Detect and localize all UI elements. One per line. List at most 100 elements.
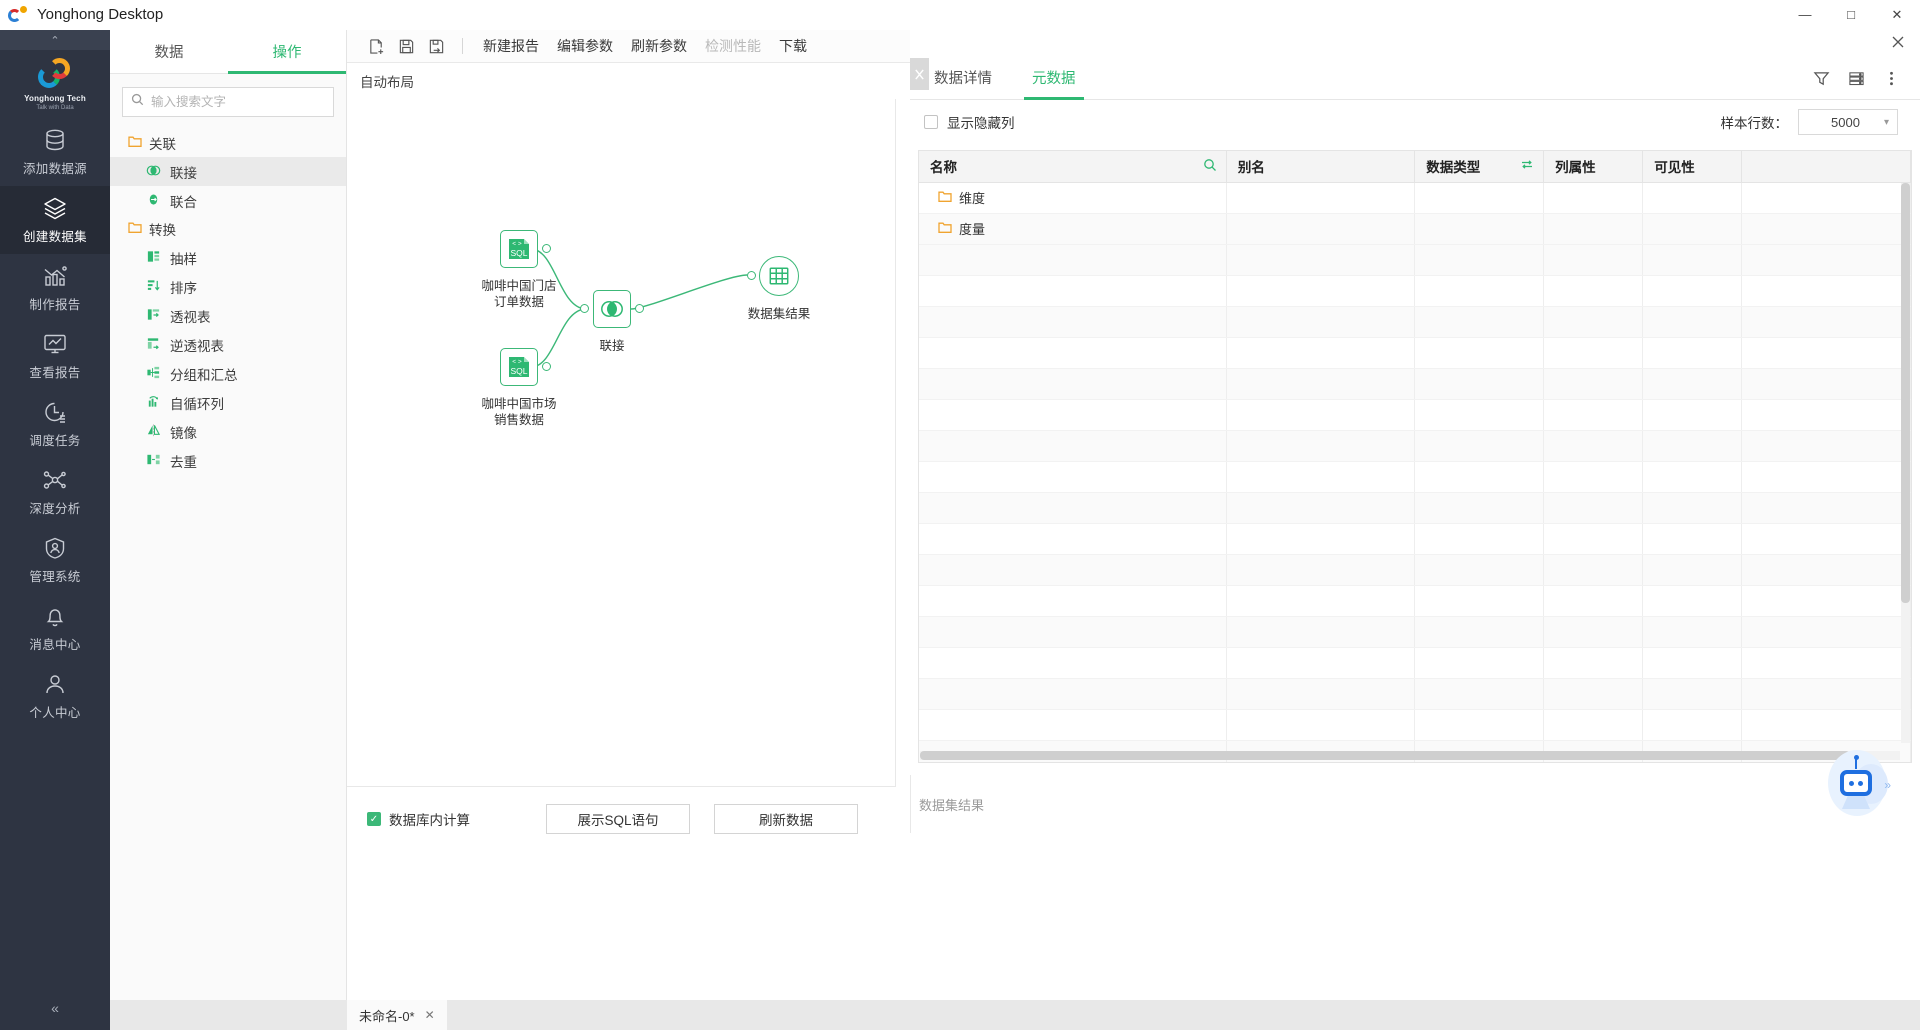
column-header-name[interactable]: 名称: [919, 151, 1227, 183]
cell-empty: [1543, 678, 1644, 710]
row-label: 维度: [959, 191, 986, 206]
sample-rows-label: 样本行数：: [1720, 116, 1789, 131]
node-dataset-result[interactable]: 数据集结果: [747, 256, 810, 321]
sidebar-item-make-report[interactable]: 制作报告: [0, 254, 110, 322]
tree-group-relation[interactable]: 关联: [110, 129, 346, 157]
in-db-calc-checkbox[interactable]: ✓ 数据库内计算: [367, 809, 470, 829]
table-vertical-scrollbar[interactable]: [1901, 183, 1910, 743]
sample-rows-select[interactable]: 5000 ▾: [1798, 109, 1898, 135]
cell-empty: [1642, 306, 1743, 338]
tree-node-label: 去重: [170, 454, 197, 470]
join-icon: [146, 163, 161, 181]
cell-empty: [1543, 616, 1644, 648]
edit-params-button[interactable]: 编辑参数: [548, 30, 622, 63]
cell-empty: [1741, 492, 1911, 524]
node-output-port[interactable]: [542, 244, 551, 253]
show-sql-button[interactable]: 展示SQL语句: [546, 804, 690, 834]
node-output-port[interactable]: [542, 362, 551, 371]
close-panel-icon[interactable]: [1886, 30, 1910, 54]
cell-empty: [1226, 678, 1416, 710]
auto-layout-label[interactable]: 自动布局: [360, 71, 414, 91]
tree-node-mirror[interactable]: 镜像: [110, 417, 346, 446]
table-row[interactable]: 维度: [919, 182, 1911, 214]
minimize-button[interactable]: —: [1782, 0, 1828, 30]
tree-node-unpivot[interactable]: 逆透视表: [110, 330, 346, 359]
sidebar-item-label: 制作报告: [29, 298, 81, 312]
tree-node-pivot[interactable]: 透视表: [110, 301, 346, 330]
tree-node-dedupe[interactable]: 去重: [110, 446, 346, 475]
sidebar-item-schedule-task[interactable]: 调度任务: [0, 390, 110, 458]
tree-node-join[interactable]: 联接: [110, 157, 346, 186]
refresh-data-button[interactable]: 刷新数据: [714, 804, 858, 834]
tab-operations[interactable]: 操作: [228, 30, 346, 74]
tree-node-self-loop[interactable]: 自循环列: [110, 388, 346, 417]
close-tab-icon[interactable]: ✕: [425, 1008, 435, 1022]
tab-data-detail[interactable]: 数据详情: [918, 55, 1008, 99]
monitor-chart-icon: [42, 331, 68, 357]
search-input[interactable]: [151, 95, 325, 109]
save-as-icon[interactable]: [421, 30, 451, 63]
refresh-params-button[interactable]: 刷新参数: [622, 30, 696, 63]
cell-empty: [1642, 337, 1743, 369]
svg-text:< >: < >: [512, 241, 522, 248]
search-icon[interactable]: [1203, 158, 1217, 175]
node-input-port[interactable]: [747, 271, 756, 280]
dataflow-canvas[interactable]: SQL < > 咖啡中国门店 订单数据 SQL < > 咖啡中国市场 销售数据: [347, 99, 896, 787]
sidebar-item-message-center[interactable]: 消息中心: [0, 594, 110, 662]
network-icon: [42, 467, 68, 493]
document-tab[interactable]: 未命名-0* ✕: [347, 1000, 447, 1030]
assistant-robot-icon[interactable]: »: [1824, 750, 1892, 818]
table-row-empty: [919, 399, 1911, 431]
tree-node-sort[interactable]: 排序: [110, 272, 346, 301]
tree-node-sample[interactable]: 抽样: [110, 243, 346, 272]
cell-empty: [1543, 554, 1644, 586]
maximize-button[interactable]: □: [1828, 0, 1874, 30]
refresh-icon[interactable]: [1520, 158, 1534, 174]
sidebar-collapse-button[interactable]: «: [0, 986, 110, 1030]
cell-empty: [1741, 585, 1911, 617]
sidebar-item-create-dataset[interactable]: 创建数据集: [0, 186, 110, 254]
show-hidden-columns-checkbox[interactable]: 显示隐藏列: [924, 112, 1015, 132]
column-header-col-attribute[interactable]: 列属性: [1543, 151, 1644, 183]
cell-empty: [1226, 585, 1416, 617]
cell-empty: [919, 554, 1227, 586]
tree-node-label: 排序: [170, 280, 197, 296]
column-header-datatype[interactable]: 数据类型: [1414, 151, 1545, 183]
sidebar-item-personal-center[interactable]: 个人中心: [0, 662, 110, 730]
tab-metadata[interactable]: 元数据: [1016, 55, 1092, 100]
filter-icon[interactable]: [1813, 70, 1830, 87]
table-row-empty: [919, 275, 1911, 307]
tab-data[interactable]: 数据: [110, 30, 228, 73]
more-vertical-icon[interactable]: [1883, 70, 1900, 87]
sidebar-collapse-top[interactable]: ⌃: [0, 30, 110, 50]
sql-node-icon: SQL < >: [500, 230, 538, 268]
sidebar-item-add-datasource[interactable]: 添加数据源: [0, 118, 110, 186]
node-sql-sales[interactable]: SQL < > 咖啡中国市场 销售数据: [481, 348, 557, 427]
table-horizontal-scrollbar[interactable]: [920, 751, 1900, 760]
download-button[interactable]: 下载: [770, 30, 816, 63]
search-box[interactable]: [122, 87, 334, 117]
close-button[interactable]: ✕: [1874, 0, 1920, 30]
tree-node-group-aggregate[interactable]: 分组和汇总: [110, 359, 346, 388]
sidebar-item-view-report[interactable]: 查看报告: [0, 322, 110, 390]
metadata-table[interactable]: 名称 别名 数据类型 列属性 可见性 维度 度量: [918, 150, 1912, 763]
list-view-icon[interactable]: [1848, 70, 1865, 87]
table-row[interactable]: 度量: [919, 213, 1911, 245]
node-output-port[interactable]: [635, 304, 644, 313]
sidebar-item-deep-analysis[interactable]: 深度分析: [0, 458, 110, 526]
node-input-port[interactable]: [580, 304, 589, 313]
in-db-calc-label: 数据库内计算: [389, 813, 470, 828]
save-icon[interactable]: [391, 30, 421, 63]
user-icon: [42, 671, 68, 697]
sidebar-item-admin-system[interactable]: 管理系统: [0, 526, 110, 594]
cell-empty: [1642, 585, 1743, 617]
tree-node-union[interactable]: 联合: [110, 186, 346, 215]
new-report-button[interactable]: 新建报告: [474, 30, 548, 63]
new-document-icon[interactable]: [361, 30, 391, 63]
tree-group-transform[interactable]: 转换: [110, 215, 346, 243]
node-sql-orders[interactable]: SQL < > 咖啡中国门店 订单数据: [481, 230, 557, 309]
canvas-header: 自动布局: [347, 63, 910, 99]
column-header-visibility[interactable]: 可见性: [1642, 151, 1743, 183]
node-join[interactable]: 联接: [580, 290, 644, 353]
column-header-alias[interactable]: 别名: [1226, 151, 1416, 183]
